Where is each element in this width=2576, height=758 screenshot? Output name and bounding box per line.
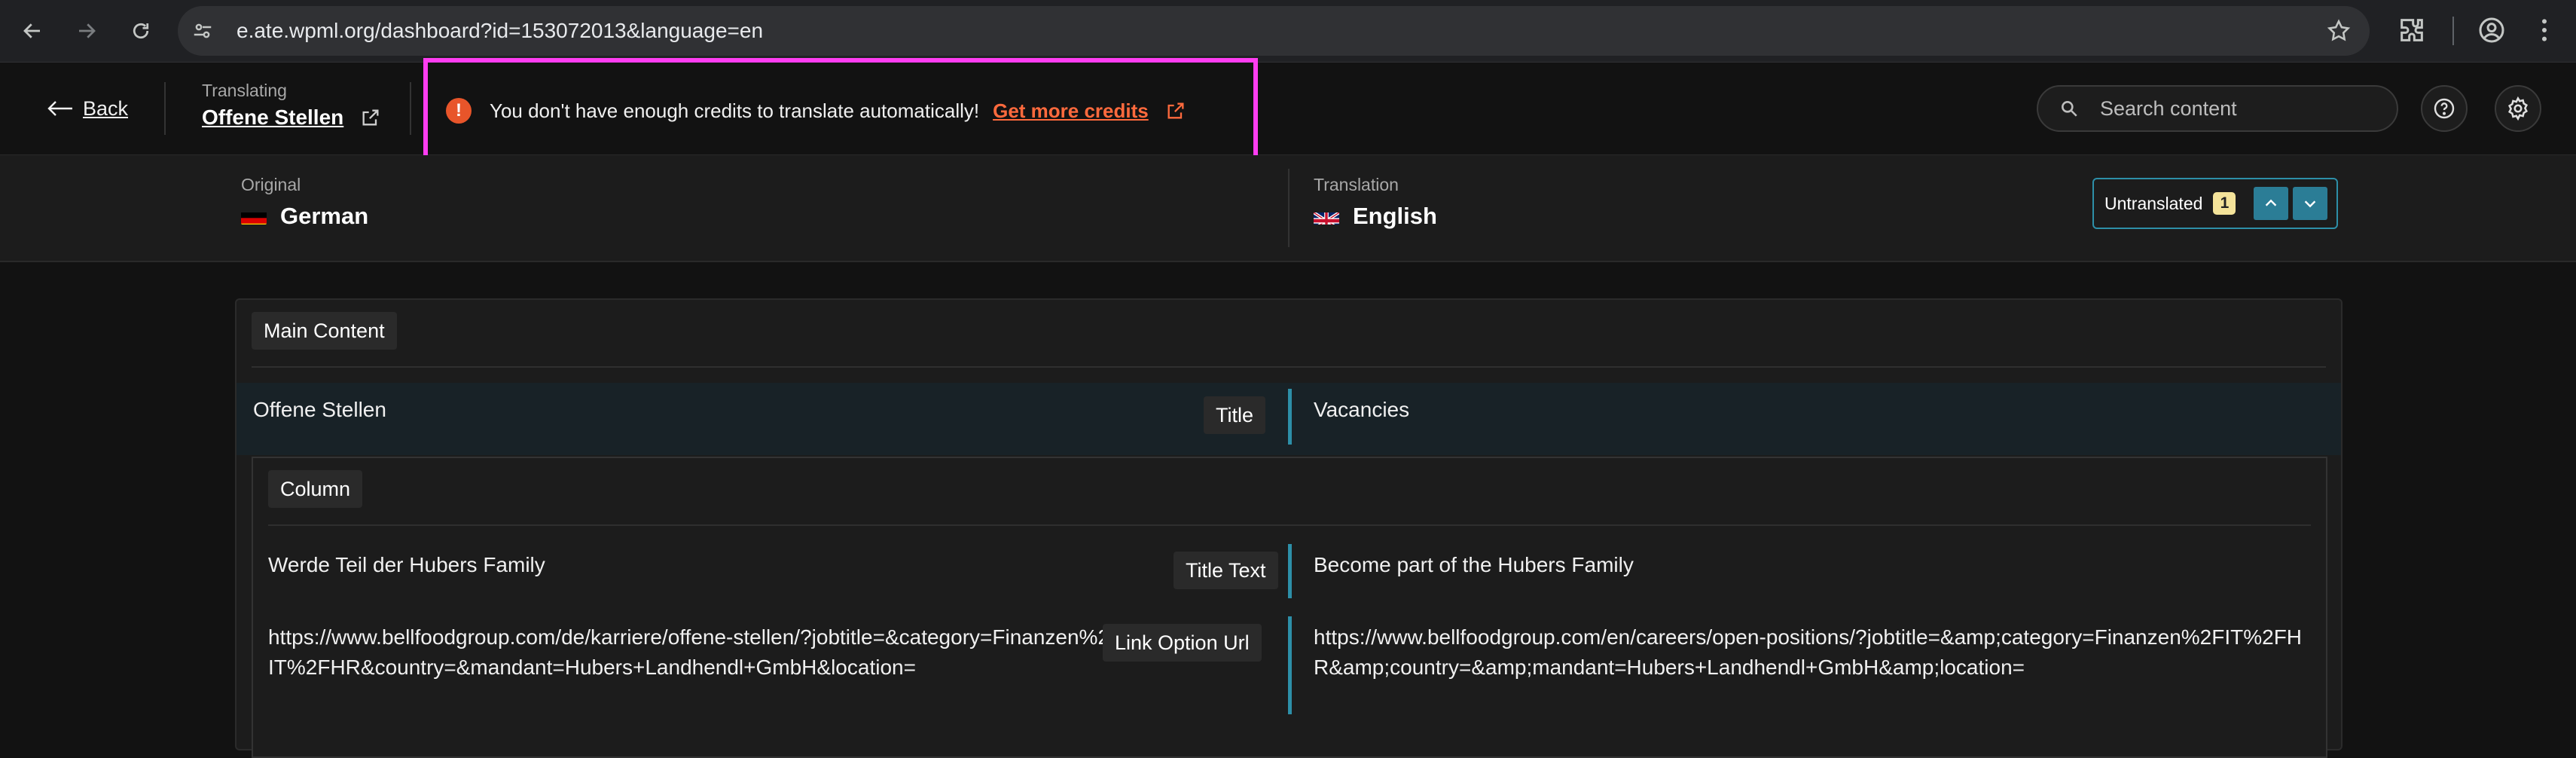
translation-text[interactable]: Vacancies (1314, 395, 1409, 425)
source-text: Werde Teil der Hubers Family (268, 553, 545, 576)
settings-button[interactable] (2495, 85, 2541, 132)
warning-text: You don't have enough credits to transla… (490, 99, 980, 122)
field-label: Title Text (1174, 552, 1278, 589)
credits-warning: ! You don't have enough credits to trans… (446, 96, 1186, 126)
arrow-left-icon (47, 101, 72, 116)
divider (252, 366, 2326, 368)
source-text: Offene Stellen (253, 398, 386, 421)
url-text[interactable]: e.ate.wpml.org/dashboard?id=153072013&la… (237, 6, 763, 56)
original-label: Original (241, 175, 301, 194)
forward-arrow-icon[interactable] (68, 12, 105, 50)
help-button[interactable] (2421, 85, 2468, 132)
language-bar: Original German Translation English Untr… (0, 155, 2576, 262)
original-language-name: German (280, 203, 369, 229)
chevron-up-icon (2266, 199, 2277, 206)
divider (268, 524, 2311, 526)
header-divider (164, 82, 166, 135)
next-untranslated-button[interactable] (2293, 187, 2328, 220)
get-credits-link[interactable]: Get more credits (993, 99, 1149, 123)
profile-icon[interactable] (2477, 15, 2507, 45)
alert-icon: ! (446, 98, 472, 124)
reload-icon[interactable] (122, 12, 160, 50)
back-label: Back (83, 96, 129, 120)
table-row[interactable]: Offene Stellen Title Vacancies (237, 383, 2341, 455)
column-group: Column Werde Teil der Hubers Family Titl… (252, 457, 2327, 758)
back-arrow-icon[interactable] (14, 12, 51, 50)
filter-label: Untranslated (2104, 193, 2203, 213)
translation-accent (1288, 616, 1292, 714)
extensions-icon[interactable] (2397, 15, 2427, 45)
address-bar[interactable]: e.ate.wpml.org/dashboard?id=153072013&la… (178, 6, 2370, 56)
column-label: Column (268, 470, 363, 508)
translating-label: Translating (202, 81, 287, 100)
translation-language-name: English (1353, 203, 1437, 229)
site-settings-icon[interactable] (191, 20, 214, 42)
column-divider (1288, 169, 1290, 247)
external-link-icon[interactable] (360, 107, 381, 128)
menu-icon[interactable] (2529, 15, 2559, 45)
source-text: https://www.bellfoodgroup.com/de/karrier… (268, 625, 1123, 679)
app-header: Back Translating Offene Stellen ! You do… (0, 58, 2576, 170)
translating-info: Translating Offene Stellen (202, 81, 381, 130)
uk-flag-icon (1314, 208, 1339, 225)
toolbar-divider (2452, 17, 2454, 45)
translation-language: Translation English (1314, 175, 1437, 230)
search-icon (2059, 99, 2079, 118)
field-label: Title (1204, 396, 1266, 434)
help-icon (2434, 98, 2455, 119)
untranslated-filter[interactable]: Untranslated 1 (2092, 178, 2338, 229)
field-label: Link Option Url (1103, 624, 1262, 662)
translation-accent (1288, 544, 1292, 598)
search-box[interactable] (2037, 85, 2398, 132)
page-title-link[interactable]: Offene Stellen (202, 105, 343, 130)
translation-text[interactable]: https://www.bellfoodgroup.com/en/careers… (1314, 622, 2315, 683)
previous-untranslated-button[interactable] (2254, 187, 2289, 220)
browser-toolbar: e.ate.wpml.org/dashboard?id=153072013&la… (0, 0, 2576, 63)
back-link[interactable]: Back (47, 96, 128, 121)
star-icon[interactable] (2326, 18, 2352, 44)
header-divider (410, 82, 411, 135)
gear-icon (2508, 96, 2528, 121)
untranslated-count-badge: 1 (2213, 192, 2236, 215)
german-flag-icon (241, 208, 267, 225)
chevron-down-icon (2305, 200, 2316, 208)
translation-label: Translation (1314, 175, 1399, 194)
translation-accent (1288, 389, 1292, 445)
content-panel: Main Content Offene Stellen Title Vacanc… (235, 298, 2343, 758)
translation-text[interactable]: Become part of the Hubers Family (1314, 550, 1634, 580)
search-input[interactable] (2098, 96, 2388, 121)
section-label: Main Content (252, 312, 397, 350)
original-language: Original German (241, 175, 368, 230)
external-link-icon[interactable] (1165, 100, 1186, 121)
